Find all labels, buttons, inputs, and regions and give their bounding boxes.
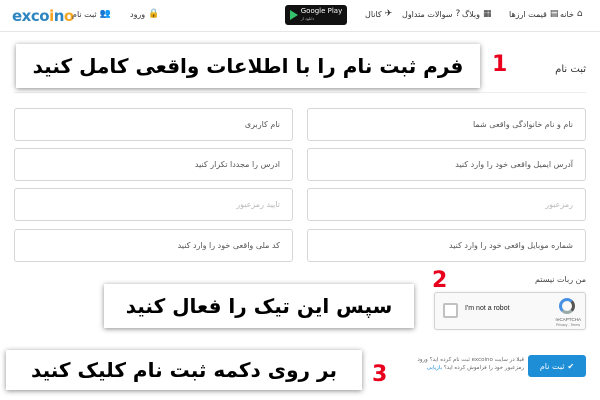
logo-text-co: co	[30, 7, 50, 25]
nav-faq[interactable]: ? سوالات متداول	[402, 9, 460, 19]
password-confirm-field[interactable]: تایید رمزعبور	[14, 188, 293, 221]
nav-channel-label: کانال	[365, 9, 382, 19]
recaptcha-icon	[559, 298, 575, 314]
google-play-small: دانلود از	[300, 16, 315, 21]
nav-blog-label: وبلاگ	[462, 9, 481, 19]
check-icon: ✔	[567, 361, 575, 371]
password-field[interactable]: رمزعبور	[307, 188, 586, 221]
form-divider	[14, 92, 586, 93]
google-play-button[interactable]: Google Play دانلود از	[285, 5, 347, 25]
nav-register-label: ثبت نام	[72, 9, 97, 19]
nav-faq-label: سوالات متداول	[402, 9, 453, 19]
logo-text-n: n	[53, 7, 65, 25]
email-repeat-field[interactable]: ادرس را مجددا تکرار کنید	[14, 148, 293, 181]
register-submit-label: ثبت نام	[539, 361, 565, 371]
nav-home[interactable]: ⌂ خانه	[560, 9, 583, 19]
blog-icon: ▦	[483, 9, 492, 19]
full-name-field[interactable]: نام و نام خانوادگی واقعی شما	[307, 108, 586, 141]
login-help-line1[interactable]: قبلا در سایت excoino ثبت نام کرده اید؟ و…	[404, 356, 524, 364]
home-icon: ⌂	[576, 9, 583, 19]
google-play-text: Google Play دانلود از	[301, 8, 343, 22]
nav-channel[interactable]: ✈ کانال	[365, 9, 392, 19]
annotation-step1-number: 1	[492, 52, 508, 77]
mobile-field[interactable]: شماره موبایل واقعی خود را وارد کنید	[307, 229, 586, 262]
register-submit-button[interactable]: ✔ ثبت نام	[528, 355, 586, 377]
user-add-icon: 👥	[99, 9, 111, 19]
nav-blog[interactable]: ▦ وبلاگ	[462, 9, 492, 19]
annotation-step1-banner: فرم ثبت نام را با اطلاعات واقعی کامل کنی…	[16, 44, 480, 88]
username-field[interactable]: نام کاربری	[14, 108, 293, 141]
recaptcha-links[interactable]: Privacy - Terms	[556, 323, 580, 327]
question-icon: ?	[455, 9, 461, 19]
annotation-step3-number: 3	[372, 362, 388, 387]
lock-icon: 🔒	[148, 9, 160, 19]
nav-prices-label: قیمت ارزها	[509, 9, 547, 19]
login-help-text: قبلا در سایت excoino ثبت نام کرده اید؟ و…	[404, 356, 524, 372]
login-help-line2: رمزعبور خود را فراموش کرده اید؟ بازیابی	[404, 364, 524, 372]
recaptcha-checkbox[interactable]	[443, 303, 458, 318]
robot-label: من ربات نیستم	[534, 275, 586, 284]
email-field[interactable]: آدرس ایمیل واقعی خود را وارد کنید	[307, 148, 586, 181]
recaptcha-brand: reCAPTCHA	[555, 317, 581, 322]
nav-register[interactable]: 👥 ثبت نام	[72, 9, 111, 19]
nav-prices[interactable]: ▤ قیمت ارزها	[509, 9, 558, 19]
forgot-password-text: رمزعبور خود را فراموش کرده اید؟	[443, 365, 524, 371]
form-title: ثبت نام	[555, 64, 586, 75]
annotation-step2-banner: سپس این تیک را فعال کنید	[104, 284, 414, 328]
recaptcha-widget: I'm not a robot reCAPTCHA Privacy - Term…	[434, 292, 586, 330]
price-icon: ▤	[549, 9, 559, 19]
excoino-logo[interactable]: excoino	[12, 7, 74, 25]
recover-password-link[interactable]: بازیابی	[427, 365, 442, 371]
nav-login-label: ورود	[130, 9, 146, 19]
google-play-icon	[289, 10, 298, 20]
channel-icon: ✈	[384, 9, 393, 19]
recaptcha-label: I'm not a robot	[465, 305, 510, 312]
logo-text-ex: ex	[12, 7, 31, 25]
google-play-label: Google Play	[300, 7, 343, 15]
nav-home-label: خانه	[560, 9, 574, 19]
nav-login[interactable]: 🔒 ورود	[130, 9, 159, 19]
top-navbar: excoino 👥 ثبت نام 🔒 ورود Google Play دان…	[0, 0, 600, 32]
national-id-field[interactable]: کد ملی واقعی خود را وارد کنید	[14, 229, 293, 262]
annotation-step3-banner: بر روی دکمه ثبت نام کلیک کنید	[6, 350, 362, 390]
annotation-step2-number: 2	[432, 268, 448, 293]
